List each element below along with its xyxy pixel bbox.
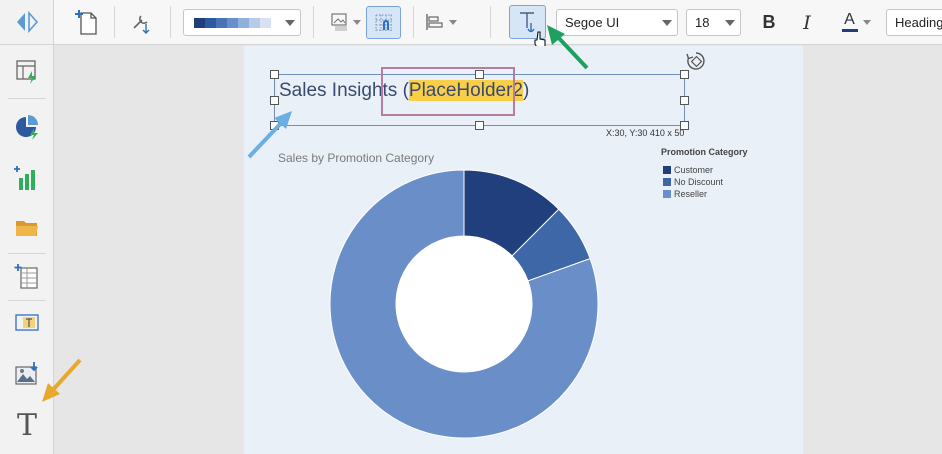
add-text-button[interactable]: T bbox=[13, 409, 41, 443]
resize-handle-bottom-left[interactable] bbox=[270, 121, 279, 130]
tools-button[interactable] bbox=[128, 6, 158, 38]
add-image-button[interactable] bbox=[13, 360, 41, 393]
toggle-panel-icon[interactable] bbox=[13, 9, 41, 40]
align-left-icon bbox=[423, 11, 445, 33]
palette-color-6 bbox=[260, 17, 271, 28]
bar-chart-icon bbox=[13, 164, 41, 197]
resize-handle-bottom[interactable] bbox=[475, 121, 484, 130]
font-family-value: Segoe UI bbox=[565, 15, 620, 30]
pie-lightning-icon bbox=[13, 113, 41, 146]
add-text-field-button[interactable] bbox=[13, 311, 41, 339]
legend-title: Promotion Category bbox=[661, 147, 748, 157]
color-palette-dropdown[interactable] bbox=[183, 9, 301, 36]
snap-to-grid-button[interactable] bbox=[366, 6, 401, 39]
donut-chart[interactable] bbox=[324, 164, 604, 444]
palette-color-4 bbox=[238, 17, 249, 28]
add-bar-chart-button[interactable] bbox=[13, 164, 41, 197]
add-table-button[interactable] bbox=[13, 262, 41, 295]
font-size-value: 18 bbox=[695, 15, 710, 30]
legend-swatch bbox=[663, 189, 671, 198]
resize-handle-left[interactable] bbox=[270, 96, 279, 105]
resize-handle-top-left[interactable] bbox=[270, 70, 279, 79]
legend-label: Reseller bbox=[674, 188, 708, 199]
chevron-down-icon bbox=[720, 19, 740, 26]
palette-color-0 bbox=[194, 17, 205, 28]
italic-button[interactable]: I bbox=[793, 9, 821, 36]
new-page-icon bbox=[74, 8, 100, 36]
title-suffix: ) bbox=[522, 80, 530, 101]
chart-title: Sales by Promotion Category bbox=[278, 151, 435, 165]
folder-icon bbox=[13, 214, 41, 247]
table-lightning-icon bbox=[13, 57, 41, 90]
wrench-icon bbox=[130, 8, 156, 36]
text-field-icon bbox=[13, 309, 41, 342]
font-color-icon: A bbox=[844, 11, 855, 28]
legend-label: Customer bbox=[674, 164, 714, 175]
image-format-button[interactable] bbox=[327, 8, 363, 36]
rail-header bbox=[0, 0, 54, 45]
align-button[interactable] bbox=[420, 8, 460, 36]
rotate-handle[interactable] bbox=[684, 49, 708, 78]
left-toolbar: T bbox=[0, 45, 54, 454]
font-size-dropdown[interactable]: 18 bbox=[686, 9, 741, 36]
legend-item: Customer bbox=[663, 164, 713, 175]
paragraph-style-dropdown[interactable]: Heading bbox=[886, 9, 942, 36]
new-page-button[interactable] bbox=[72, 6, 102, 38]
open-folder-button[interactable] bbox=[13, 216, 41, 244]
placeholder-callout-box bbox=[381, 67, 515, 116]
chevron-down-icon bbox=[280, 19, 300, 26]
chevron-down-icon bbox=[657, 19, 677, 26]
color-palette-swatch bbox=[184, 17, 280, 28]
font-family-dropdown[interactable]: Segoe UI bbox=[556, 9, 678, 36]
paragraph-style-value: Heading bbox=[895, 15, 942, 30]
image-icon bbox=[13, 360, 41, 393]
legend-label: No Discount bbox=[674, 176, 724, 187]
add-chart-button[interactable] bbox=[13, 113, 41, 146]
grid-icon bbox=[372, 11, 396, 35]
legend-item: No Discount bbox=[663, 176, 723, 187]
image-format-icon bbox=[329, 11, 351, 33]
palette-color-5 bbox=[249, 17, 260, 28]
bold-button[interactable]: B bbox=[755, 9, 783, 36]
rotate-icon bbox=[684, 52, 708, 77]
legend-swatch bbox=[663, 177, 671, 186]
position-readout: X:30, Y:30 410 x 50 bbox=[606, 128, 685, 138]
resize-handle-right[interactable] bbox=[680, 96, 689, 105]
palette-color-3 bbox=[227, 17, 238, 28]
legend-swatch bbox=[663, 165, 671, 174]
palette-color-2 bbox=[216, 17, 227, 28]
text-icon: T bbox=[16, 408, 37, 443]
toolbar: Segoe UI 18 B I A Heading bbox=[0, 0, 942, 50]
add-data-source-button[interactable] bbox=[13, 59, 41, 87]
palette-color-1 bbox=[205, 17, 216, 28]
table-add-icon bbox=[13, 262, 41, 295]
font-color-button[interactable]: A bbox=[836, 8, 876, 36]
donut-hole bbox=[396, 236, 532, 372]
legend-item: Reseller bbox=[663, 188, 707, 199]
